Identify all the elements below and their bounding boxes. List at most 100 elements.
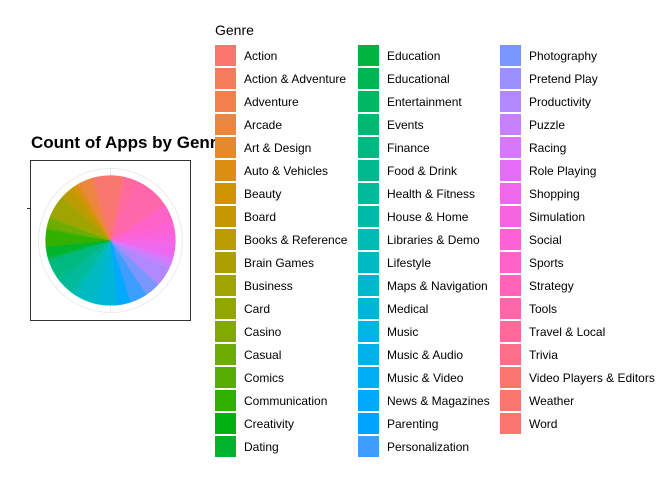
legend-label: Libraries & Demo [387,232,480,247]
legend-label: Music & Audio [387,347,464,362]
legend-label: Entertainment [387,94,462,109]
legend-item: Strategy [500,274,574,297]
legend-key [215,45,236,66]
legend-key [215,344,236,365]
legend-item: Libraries & Demo [358,228,480,251]
legend-item: Word [500,412,557,435]
legend-label: Educational [387,71,450,86]
legend-item: Weather [500,389,574,412]
chart-title: Count of Apps by Genre [31,133,226,152]
legend-label: Business [244,278,293,293]
legend-label: Auto & Vehicles [244,163,329,178]
legend-item: Music & Audio [358,343,463,366]
legend-item: Casual [215,343,281,366]
legend-item: Health & Fitness [358,182,475,205]
legend-key [500,45,521,66]
legend-label: Creativity [244,416,295,431]
legend-label: Social [529,232,562,247]
legend-key [215,390,236,411]
legend-key [358,45,379,66]
legend-key [215,68,236,89]
legend-item: Card [215,297,270,320]
legend-key [215,298,236,319]
legend-item: Video Players & Editors [500,366,655,389]
legend-key [500,298,521,319]
legend-key [500,160,521,181]
legend-item: Trivia [500,343,558,366]
legend-item: Arcade [215,113,282,136]
legend-label: Video Players & Editors [529,370,655,385]
legend-key [358,68,379,89]
legend-key [500,413,521,434]
legend-item: Education [358,44,440,67]
legend-label: Sports [529,255,564,270]
legend-item: Tools [500,297,557,320]
pie-slices [45,175,176,306]
legend-key [358,390,379,411]
legend-item: Business [215,274,293,297]
legend-key [358,91,379,112]
legend-label: Dating [244,439,279,454]
legend-key [215,413,236,434]
legend-label: Music [387,324,419,339]
legend-item: Pretend Play [500,67,598,90]
legend-item: Music [358,320,418,343]
legend-item: Puzzle [500,113,565,136]
legend-item: News & Magazines [358,389,490,412]
legend-label: Books & Reference [244,232,348,247]
legend-item: Entertainment [358,90,462,113]
legend-label: Personalization [387,439,470,454]
legend-item: Educational [358,67,450,90]
legend-item: Board [215,205,276,228]
legend-item: Beauty [215,182,281,205]
legend-item: Action [215,44,277,67]
legend-item: Action & Adventure [215,67,346,90]
legend-key [358,275,379,296]
legend-key [358,367,379,388]
legend-key [358,252,379,273]
legend-label: Comics [244,370,285,385]
legend-key [215,206,236,227]
legend-key [500,275,521,296]
legend-key [500,229,521,250]
legend-key [215,252,236,273]
legend-key [215,114,236,135]
legend-item: Racing [500,136,566,159]
legend-key [500,252,521,273]
legend-item: Creativity [215,412,294,435]
legend-item: Finance [358,136,430,159]
legend-label: Simulation [529,209,586,224]
legend-label: Travel & Local [529,324,606,339]
legend-key [500,367,521,388]
legend-label: Shopping [529,186,580,201]
legend-label: Card [244,301,271,316]
legend-item: Medical [358,297,428,320]
legend-label: Events [387,117,424,132]
legend-item: Travel & Local [500,320,605,343]
legend-key [500,91,521,112]
legend-key [358,344,379,365]
legend-item: Music & Video [358,366,463,389]
legend-key [500,114,521,135]
legend-label: Weather [529,393,575,408]
legend-label: Role Playing [529,163,597,178]
legend-item: Communication [215,389,327,412]
legend-label: Word [529,416,558,431]
legend-item: Role Playing [500,159,596,182]
legend-label: Beauty [244,186,282,201]
legend-item: Casino [215,320,281,343]
legend-key [358,321,379,342]
legend-key [500,183,521,204]
legend-label: House & Home [387,209,469,224]
legend-key [500,390,521,411]
legend-key [358,298,379,319]
legend-item: Simulation [500,205,585,228]
legend-key [215,367,236,388]
legend-item: Art & Design [215,136,311,159]
legend-item: Maps & Navigation [358,274,488,297]
legend-key [358,114,379,135]
legend-item: Shopping [500,182,580,205]
pie-chart [38,168,183,313]
legend-item: Food & Drink [358,159,457,182]
legend-item: Social [500,228,562,251]
